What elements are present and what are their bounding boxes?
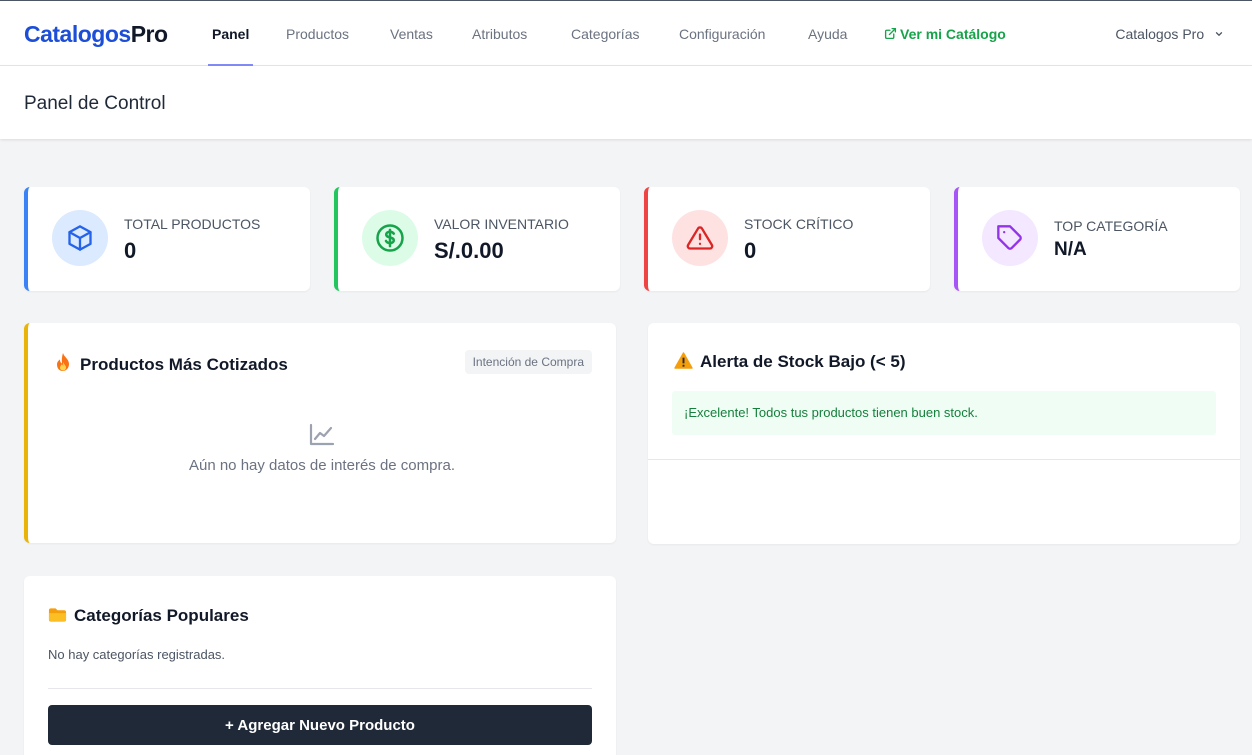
chevron-down-icon <box>1215 32 1223 36</box>
categories-empty-text: No hay categorías registradas. <box>48 647 226 662</box>
brand-name-part1: Catalogos <box>24 21 131 47</box>
stat-card-stock-critico: Stock Crítico 0 <box>644 187 930 291</box>
nav-link-ver-catalogo[interactable]: Ver mi Catálogo <box>884 1 1006 66</box>
stat-label: Top Categoría <box>1054 218 1168 234</box>
fire-icon <box>54 352 74 377</box>
empty-state-text: Aún no hay datos de interés de compra. <box>188 457 455 474</box>
stock-ok-message: ¡Excelente! Todos tus productos tienen b… <box>672 391 1216 435</box>
nav-item-productos[interactable]: Productos <box>286 1 349 66</box>
empty-state: Aún no hay datos de interés de compra. <box>28 423 616 474</box>
panel-alerta-stock-bajo: Alerta de Stock Bajo (< 5) ¡Excelente! T… <box>648 323 1240 544</box>
panel-title-text: Alerta de Stock Bajo (< 5) <box>700 352 906 371</box>
cube-icon <box>52 210 108 266</box>
nav-link-ver-catalogo-label: Ver mi Catálogo <box>900 26 1006 42</box>
panel-title: Categorías Populares <box>48 606 249 628</box>
folder-icon <box>48 607 68 628</box>
stat-card-valor-inventario: Valor Inventario S/.0.00 <box>334 187 620 291</box>
panel-title: Alerta de Stock Bajo (< 5) <box>674 352 905 374</box>
nav-item-configuracion[interactable]: Configuración <box>679 1 765 66</box>
panel-productos-mas-cotizados: Productos Más Cotizados Intención de Com… <box>24 323 616 543</box>
page-header: Panel de Control <box>0 66 1252 139</box>
nav-item-categorias[interactable]: Categorías <box>571 1 639 66</box>
panel-divider <box>648 459 1240 460</box>
top-navbar: CatalogosPro Panel Productos Ventas Atri… <box>0 0 1252 66</box>
stat-card-total-productos: Total Productos 0 <box>24 187 310 291</box>
stat-card-top-categoria: Top Categoría N/A <box>954 187 1240 291</box>
panel-title-text: Categorías Populares <box>74 606 249 625</box>
warning-icon <box>674 352 694 374</box>
panel-title-text: Productos Más Cotizados <box>80 355 288 374</box>
stat-value: N/A <box>1054 239 1087 260</box>
user-menu-label: Catalogos Pro <box>1115 26 1205 42</box>
nav-item-ayuda[interactable]: Ayuda <box>808 1 847 66</box>
warning-icon <box>672 210 728 266</box>
nav-item-atributos[interactable]: Atributos <box>472 1 527 66</box>
badge-intencion-compra: Intención de Compra <box>464 350 592 374</box>
nav-item-panel[interactable]: Panel <box>207 1 254 66</box>
external-link-icon <box>884 27 897 40</box>
stat-value: 0 <box>744 238 757 263</box>
nav-item-ventas[interactable]: Ventas <box>390 1 433 66</box>
chart-line-icon <box>309 423 335 446</box>
brand-name-part2: Pro <box>130 21 168 47</box>
stat-label: Valor Inventario <box>434 216 569 232</box>
user-menu-dropdown[interactable]: Catalogos Pro <box>1115 1 1224 66</box>
stat-value: S/.0.00 <box>434 238 504 263</box>
panel-categorias-populares: Categorías Populares No hay categorías r… <box>24 576 616 755</box>
tag-icon <box>982 210 1038 266</box>
panel-title: Productos Más Cotizados <box>54 352 288 377</box>
add-product-button[interactable]: + Agregar Nuevo Producto <box>48 705 592 745</box>
panel-divider <box>48 688 592 689</box>
stat-label: Stock Crítico <box>744 216 854 232</box>
dollar-icon <box>362 210 418 266</box>
stat-value: 0 <box>124 238 137 263</box>
brand-logo[interactable]: CatalogosPro <box>24 21 168 48</box>
stat-label: Total Productos <box>124 216 261 232</box>
page-title: Panel de Control <box>24 93 166 114</box>
